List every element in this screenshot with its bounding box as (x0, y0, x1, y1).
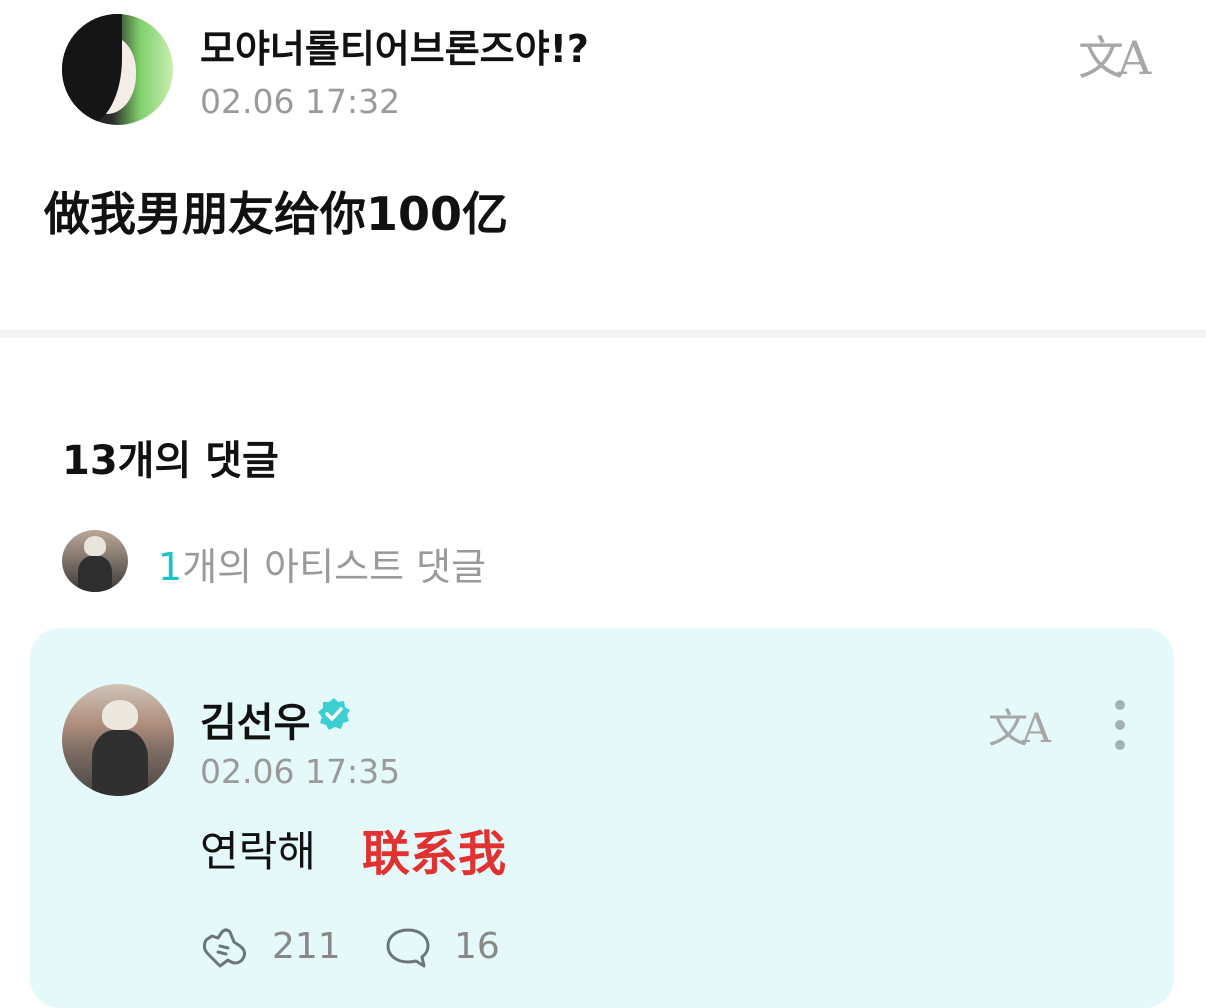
artist-comment-timestamp: 02.06 17:35 (200, 752, 401, 791)
more-dot (1115, 740, 1125, 750)
like-icon[interactable] (200, 926, 250, 970)
artist-comment-body: 연락해 (200, 827, 316, 876)
artist-comment-number: 1 (158, 545, 183, 589)
translate-icon[interactable]: 文A (988, 696, 1051, 754)
post-author-name[interactable]: 모야너롤티어브론즈야!? (200, 18, 589, 73)
artist-avatar (62, 530, 128, 592)
artist-comment-card: 김선우 02.06 17:35 文A 연락해 联系我 211 16 (30, 628, 1174, 1008)
post-body: 做我男朋友给你100亿 (44, 187, 509, 241)
avatar-body (78, 556, 112, 592)
avatar-body (92, 730, 148, 796)
post-timestamp: 02.06 17:32 (200, 82, 401, 121)
post-author-avatar[interactable] (62, 14, 173, 125)
more-vertical-icon[interactable] (1112, 700, 1128, 750)
section-divider (0, 330, 1206, 338)
artist-comment-summary[interactable]: 1개의 아티스트 댓글 (62, 530, 662, 594)
like-count: 211 (272, 926, 341, 967)
artist-comment-author[interactable]: 김선우 (200, 690, 310, 748)
reply-bubble-icon[interactable] (384, 926, 432, 970)
reaction-row: 211 16 (200, 922, 600, 972)
more-dot (1115, 700, 1125, 710)
post: 모야너롤티어브론즈야!? 02.06 17:32 文A 做我男朋友给你100亿 (0, 0, 1206, 330)
avatar-head (102, 700, 138, 730)
overlay-caption: 联系我 (362, 826, 507, 882)
reply-count: 16 (454, 926, 500, 967)
artist-comment-avatar[interactable] (62, 684, 174, 796)
comment-count: 13개의 댓글 (62, 438, 279, 484)
artist-comment-label: 1개의 아티스트 댓글 (158, 536, 486, 591)
verified-badge-icon (318, 698, 350, 730)
avatar-head (84, 536, 106, 556)
translate-icon[interactable]: 文A (1078, 22, 1151, 88)
more-dot (1115, 720, 1125, 730)
artist-comment-text: 개의 아티스트 댓글 (182, 545, 487, 589)
